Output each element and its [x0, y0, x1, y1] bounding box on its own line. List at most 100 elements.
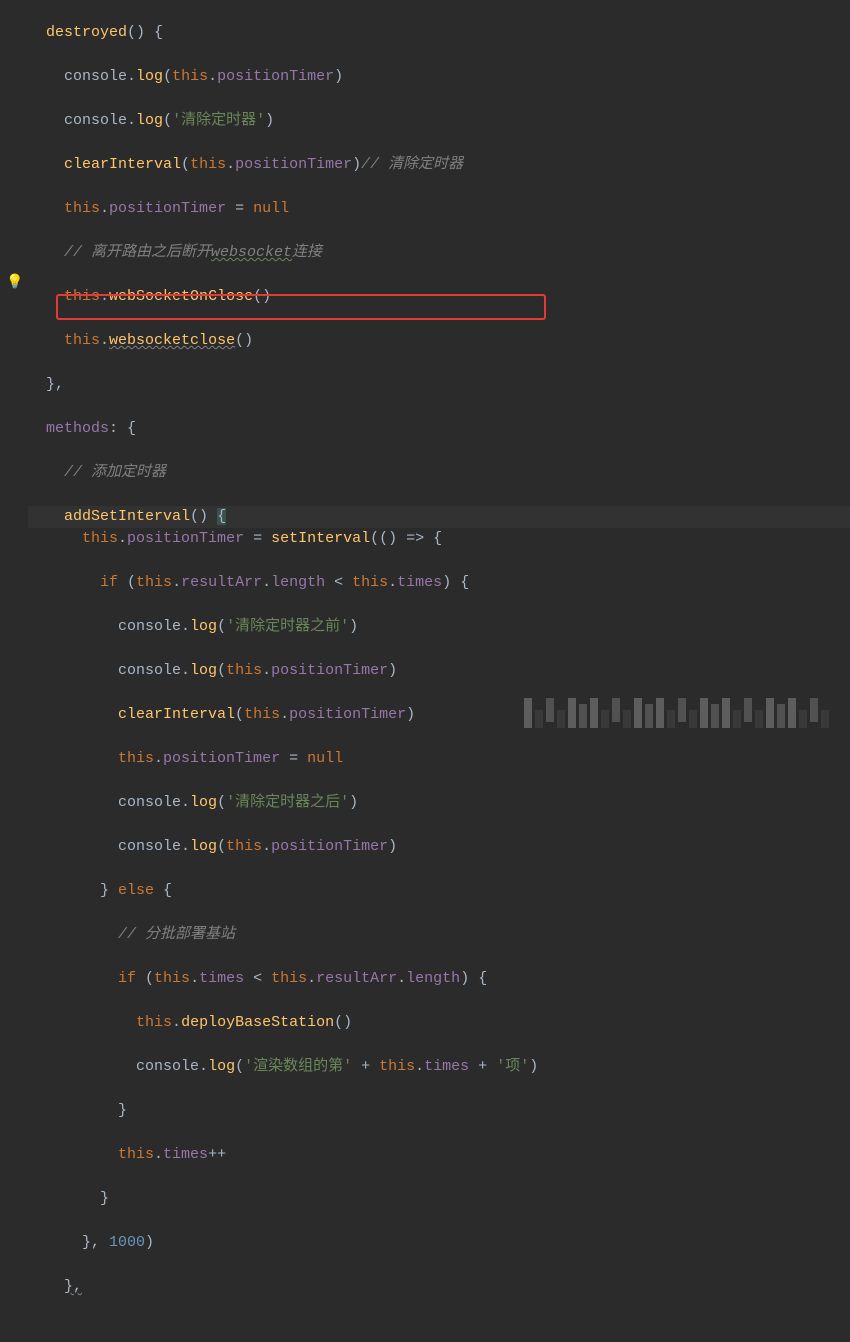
- token: this: [64, 288, 100, 305]
- code-editor[interactable]: 💡 destroyed() { console.log(this.positio…: [0, 0, 850, 1342]
- code-line[interactable]: this.positionTimer = setInterval(() => {: [28, 528, 850, 550]
- token: clearInterval: [64, 156, 181, 173]
- token: ): [388, 662, 397, 679]
- code-line[interactable]: }: [28, 1100, 850, 1122]
- token: else: [118, 882, 154, 899]
- code-line[interactable]: this.positionTimer = null: [28, 198, 850, 220]
- code-line[interactable]: this.times++: [28, 1144, 850, 1166]
- token: .: [388, 574, 397, 591]
- code-line[interactable]: console.log(this.positionTimer): [28, 836, 850, 858]
- pixelation-decor: [524, 698, 844, 728]
- token: }: [118, 1102, 127, 1119]
- token: null: [307, 750, 343, 767]
- token: this: [352, 574, 388, 591]
- token: this: [136, 574, 172, 591]
- indent: [28, 200, 64, 217]
- token: destroyed: [46, 24, 127, 41]
- token: this: [172, 68, 208, 85]
- token: console: [64, 112, 127, 129]
- token: (): [190, 508, 217, 525]
- token: (: [118, 574, 136, 591]
- token: websocket: [211, 244, 292, 261]
- token: ++: [208, 1146, 226, 1163]
- token: (: [235, 706, 244, 723]
- indent: [28, 1058, 136, 1075]
- token: console: [64, 68, 127, 85]
- code-line[interactable]: this.webSocketOnClose(): [28, 286, 850, 308]
- lightbulb-icon[interactable]: 💡: [6, 272, 23, 294]
- indent: [28, 1014, 136, 1031]
- token: : {: [109, 420, 136, 437]
- code-line[interactable]: console.log(this.positionTimer): [28, 66, 850, 88]
- token: <: [325, 574, 352, 591]
- code-line[interactable]: this.deployBaseStation(): [28, 1012, 850, 1034]
- token: .: [100, 332, 109, 349]
- token: this: [226, 838, 262, 855]
- indent: [28, 574, 100, 591]
- token: resultArr: [316, 970, 397, 987]
- token: this: [154, 970, 190, 987]
- token: {: [217, 508, 226, 525]
- token: (): [253, 288, 271, 305]
- code-line[interactable]: clearInterval(this.positionTimer)// 清除定时…: [28, 154, 850, 176]
- token: this: [136, 1014, 172, 1031]
- token: log: [136, 112, 163, 129]
- token: console: [118, 838, 181, 855]
- indent: [28, 530, 82, 547]
- token: () {: [127, 24, 163, 41]
- token: length: [406, 970, 460, 987]
- token: resultArr: [181, 574, 262, 591]
- code-line[interactable]: destroyed() {: [28, 22, 850, 44]
- indent: [28, 838, 118, 855]
- code-area[interactable]: destroyed() { console.log(this.positionT…: [8, 0, 850, 1342]
- token: (: [217, 662, 226, 679]
- token: console: [118, 662, 181, 679]
- token: 连接: [292, 244, 322, 261]
- code-line[interactable]: // 离开路由之后断开websocket连接: [28, 242, 850, 264]
- token: <: [244, 970, 271, 987]
- code-line[interactable]: }: [28, 1188, 850, 1210]
- code-line[interactable]: console.log('清除定时器之前'): [28, 616, 850, 638]
- code-line[interactable]: },: [28, 1276, 850, 1298]
- code-line[interactable]: } else {: [28, 880, 850, 902]
- token: positionTimer: [163, 750, 280, 767]
- token: =: [226, 200, 253, 217]
- token: .: [397, 970, 406, 987]
- code-line[interactable]: console.log(this.positionTimer): [28, 660, 850, 682]
- token: .: [100, 200, 109, 217]
- token: (: [217, 838, 226, 855]
- code-line[interactable]: if (this.resultArr.length < this.times) …: [28, 572, 850, 594]
- token: '清除定时器之后': [226, 794, 349, 811]
- token: length: [271, 574, 325, 591]
- code-line[interactable]: if (this.times < this.resultArr.length) …: [28, 968, 850, 990]
- code-line[interactable]: }, 1000): [28, 1232, 850, 1254]
- token: this: [64, 200, 100, 217]
- code-line[interactable]: // 添加定时器: [28, 462, 850, 484]
- token: times: [163, 1146, 208, 1163]
- indent: [28, 970, 118, 987]
- code-line[interactable]: // 分批部署基站: [28, 924, 850, 946]
- code-line[interactable]: },: [28, 374, 850, 396]
- token: .: [208, 68, 217, 85]
- token: },: [46, 376, 64, 393]
- token: .: [127, 68, 136, 85]
- token: this: [379, 1058, 415, 1075]
- token: ): [265, 112, 274, 129]
- code-line[interactable]: console.log('渲染数组的第' + this.times + '项'): [28, 1056, 850, 1078]
- gutter: 💡: [0, 0, 24, 1342]
- token: .: [181, 662, 190, 679]
- token: positionTimer: [127, 530, 244, 547]
- token: (: [136, 970, 154, 987]
- code-line[interactable]: this.positionTimer = null: [28, 748, 850, 770]
- token: this: [271, 970, 307, 987]
- token: },: [82, 1234, 109, 1251]
- token: .: [280, 706, 289, 723]
- token: (: [235, 1058, 244, 1075]
- token: if: [118, 970, 136, 987]
- token: setInterval: [271, 530, 370, 547]
- code-line[interactable]: this.websocketclose(): [28, 330, 850, 352]
- code-line[interactable]: console.log('清除定时器'): [28, 110, 850, 132]
- code-line-highlighted[interactable]: addSetInterval() {: [28, 506, 850, 528]
- code-line[interactable]: console.log('清除定时器之后'): [28, 792, 850, 814]
- code-line[interactable]: methods: {: [28, 418, 850, 440]
